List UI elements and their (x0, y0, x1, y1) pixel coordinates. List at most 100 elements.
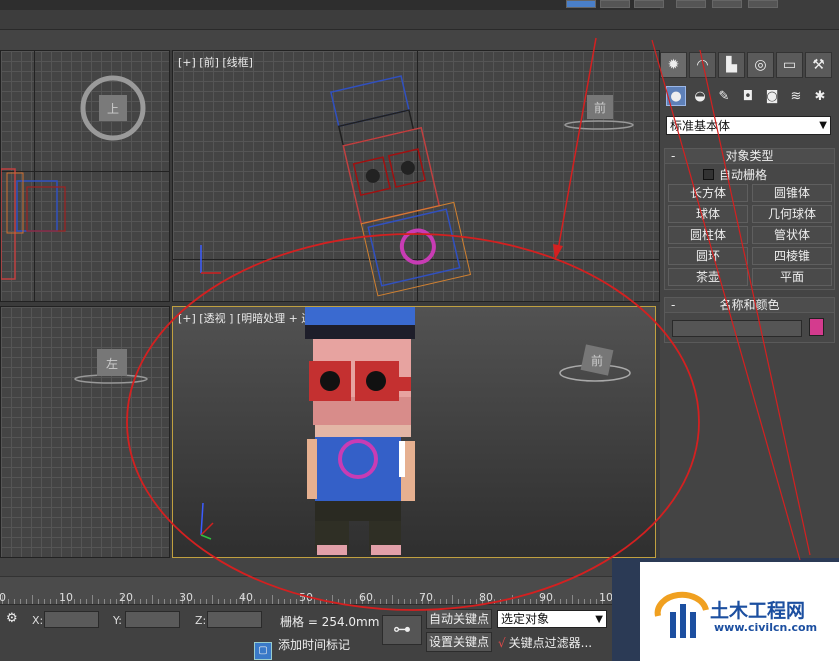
modify-tab-icon[interactable]: ◠ (689, 52, 716, 78)
hierarchy-tab-icon[interactable]: ▙ (718, 52, 745, 78)
z-coord-field[interactable] (207, 611, 262, 628)
viewport-area: 上 [+] [前] [线框] 前 左 [+] [透视] [明暗处理 + 边面 … (0, 50, 660, 558)
top-view-geometry (1, 75, 146, 280)
ruler-tick (32, 595, 33, 604)
shapes-icon[interactable]: ◒ (690, 86, 710, 106)
selection-lock-icon[interactable]: ⚙ (6, 611, 22, 627)
ruler-label: 70 (419, 591, 433, 604)
viewport-perspective[interactable]: [+] [透视 ] [明暗处理 + 边面 ] 前 (172, 306, 656, 558)
ruler-tick (272, 595, 273, 604)
ruler-tick (212, 595, 213, 604)
cone-button[interactable]: 圆锥体 (752, 184, 832, 202)
ruler-label: 30 (179, 591, 193, 604)
object-outline (1, 168, 16, 280)
object-name-field[interactable] (672, 320, 802, 337)
model-body (315, 437, 401, 501)
add-time-tag-label: 添加时间标记 (278, 638, 351, 652)
time-tag-icon: ▢ (254, 642, 272, 660)
display-tab-icon[interactable]: ▭ (776, 52, 803, 78)
cameras-icon[interactable]: ◘ (738, 86, 758, 106)
create-subcategories: ● ◒ ✎ ◘ ◙ ≋ ✱ (666, 86, 830, 106)
ruler-label: 20 (119, 591, 133, 604)
cylinder-button[interactable]: 圆柱体 (668, 226, 748, 244)
front-viewcube (564, 95, 634, 130)
utilities-tab-icon[interactable]: ⚒ (805, 52, 832, 78)
name-color-header[interactable]: - 名称和颜色 (665, 298, 834, 313)
ruler-label: 80 (479, 591, 493, 604)
model-foot-left (317, 545, 347, 555)
selection-set-value: 选定对象 (501, 612, 550, 626)
curve-icon: √ (498, 636, 506, 650)
y-coord-label: Y: (113, 614, 122, 627)
viewport-front[interactable]: [+] [前] [线框] 前 (172, 50, 660, 302)
viewport-left[interactable]: 左 (0, 306, 170, 558)
ruler-tick (512, 595, 513, 604)
timeline-ruler[interactable]: 0 10 20 30 40 50 60 70 80 90 100 (0, 576, 620, 604)
key-filters-button[interactable]: √ 关键点过滤器... (498, 633, 610, 653)
plane-button[interactable]: 平面 (752, 268, 832, 286)
create-tab-icon[interactable]: ✹ (660, 52, 687, 78)
name-color-rollout: - 名称和颜色 (664, 297, 835, 343)
category-dropdown[interactable]: 标准基本体 ▼ (666, 116, 831, 135)
object-type-title: 对象类型 (725, 149, 774, 163)
y-coord-field[interactable] (125, 611, 180, 628)
toolbar-button[interactable] (634, 0, 664, 8)
model-hat-brim (305, 325, 415, 339)
model-pupil-right (366, 371, 386, 391)
main-toolbar (0, 0, 839, 30)
model-neck (315, 425, 411, 437)
checkbox-box (703, 169, 714, 180)
chevron-down-icon: ▼ (595, 614, 603, 625)
toolbar-button[interactable] (676, 0, 706, 8)
sphere-button[interactable]: 球体 (668, 205, 748, 223)
tube-button[interactable]: 管状体 (752, 226, 832, 244)
autogrid-checkbox[interactable]: 自动栅格 (703, 166, 767, 183)
collapse-icon: - (671, 298, 676, 312)
toolbar-button[interactable] (712, 0, 742, 8)
watermark-logo: 土木工程网 www.civilcn.com (640, 562, 839, 661)
box-button[interactable]: 长方体 (668, 184, 748, 202)
systems-icon[interactable]: ✱ (810, 86, 830, 106)
civilcn-logo-icon (654, 591, 709, 638)
axis-tripod-icon (200, 245, 221, 274)
ruler-tick (572, 595, 573, 604)
x-coord-label: X: (32, 614, 44, 627)
model-arm-left (307, 439, 317, 499)
selection-set-dropdown[interactable]: 选定对象 ▼ (497, 610, 607, 628)
spacewarps-icon[interactable]: ≋ (786, 86, 806, 106)
model-ear (399, 377, 411, 391)
motion-tab-icon[interactable]: ◎ (747, 52, 774, 78)
x-coord-field[interactable] (44, 611, 99, 628)
ruler-label: 90 (539, 591, 553, 604)
viewcube-label-top: 上 (107, 102, 120, 116)
status-bar: ⚙ X: Y: Z: 栅格 = 254.0mm ⊶ 自动关键点 设置关键点 选定… (0, 604, 640, 661)
helpers-icon[interactable]: ◙ (762, 86, 782, 106)
autogrid-label: 自动栅格 (719, 168, 768, 182)
toolbar-button-active[interactable] (566, 0, 596, 8)
set-key-button[interactable]: 设置关键点 (426, 632, 492, 652)
ruler-label: 10 (59, 591, 73, 604)
auto-key-button[interactable]: 自动关键点 (426, 609, 492, 629)
object-color-swatch[interactable] (809, 318, 824, 336)
geometry-icon[interactable]: ● (666, 86, 686, 106)
add-time-tag[interactable]: ▢ 添加时间标记 (254, 636, 350, 660)
lights-icon[interactable]: ✎ (714, 86, 734, 106)
chevron-down-icon: ▼ (819, 120, 827, 131)
geosphere-button[interactable]: 几何球体 (752, 205, 832, 223)
key-icon[interactable]: ⊶ (382, 615, 422, 645)
watermark-url: www.civilcn.com (714, 621, 818, 634)
viewport-top[interactable]: 上 (0, 50, 170, 302)
grid-readout: 栅格 = 254.0mm (280, 615, 380, 629)
viewcube-label-persp: 前 (591, 354, 604, 368)
toolbar-button[interactable] (748, 0, 778, 8)
object-type-header[interactable]: - 对象类型 (665, 149, 834, 164)
object-outline (26, 186, 66, 232)
left-viewcube (74, 349, 148, 384)
toolbar-button[interactable] (600, 0, 630, 8)
torus-button[interactable]: 圆环 (668, 247, 748, 265)
pyramid-button[interactable]: 四棱锥 (752, 247, 832, 265)
category-dropdown-value: 标准基本体 (670, 119, 731, 133)
command-panel-tabs: ✹ ◠ ▙ ◎ ▭ ⚒ (660, 52, 832, 78)
ruler-tick (452, 595, 453, 604)
teapot-button[interactable]: 茶壶 (668, 268, 748, 286)
